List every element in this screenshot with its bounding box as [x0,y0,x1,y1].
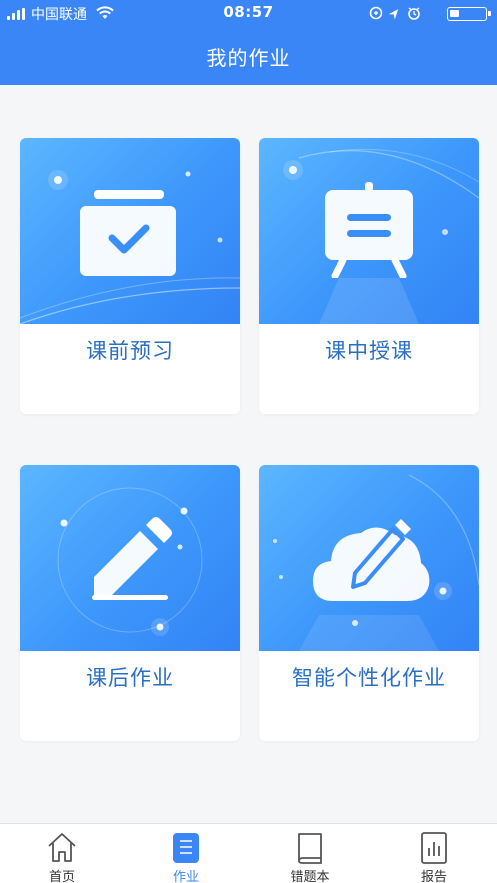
cloud-pencil-icon [313,519,430,601]
status-bar: 中国联通 08:57 [0,0,497,26]
checklist-folder-icon [80,190,176,276]
pencil-icon [92,517,172,600]
page-title: 我的作业 [206,46,291,70]
tab-home[interactable]: 首页 [0,824,124,883]
card-pre-class-preview[interactable]: 课前预习 [20,138,240,414]
tab-label: 错题本 [290,870,330,883]
app-root: 中国联通 08:57 我的作业 课前预习 课中授课 课后作业 智能个性化作业 首… [0,0,497,883]
card-label: 课中授课 [325,339,413,363]
report-chart-icon [421,832,447,864]
battery-icon [447,7,491,21]
status-indicators-icon [369,6,420,20]
card-label: 课后作业 [86,666,174,690]
card-banner [259,465,479,651]
easel-board-icon [325,182,413,278]
home-icon [48,833,76,862]
card-in-class-teaching[interactable]: 课中授课 [259,138,479,414]
card-smart-personalized-homework[interactable]: 智能个性化作业 [259,465,479,741]
book-icon [298,833,322,864]
tab-label: 作业 [172,870,199,883]
tab-report[interactable]: 报告 [372,824,496,883]
card-after-class-homework[interactable]: 课后作业 [20,465,240,741]
tab-wrong-questions[interactable]: 错题本 [248,824,372,883]
list-icon [173,833,199,863]
card-banner [259,138,479,324]
tab-homework[interactable]: 作业 [124,824,248,883]
tab-label: 报告 [420,870,447,883]
card-label: 课前预习 [86,339,174,363]
card-label: 智能个性化作业 [292,666,446,690]
header: 中国联通 08:57 我的作业 [0,0,497,85]
bottom-tab-bar: 首页 作业 错题本 报告 [0,823,497,883]
tab-label: 首页 [48,870,75,883]
card-banner [20,138,240,324]
card-banner [20,465,240,651]
